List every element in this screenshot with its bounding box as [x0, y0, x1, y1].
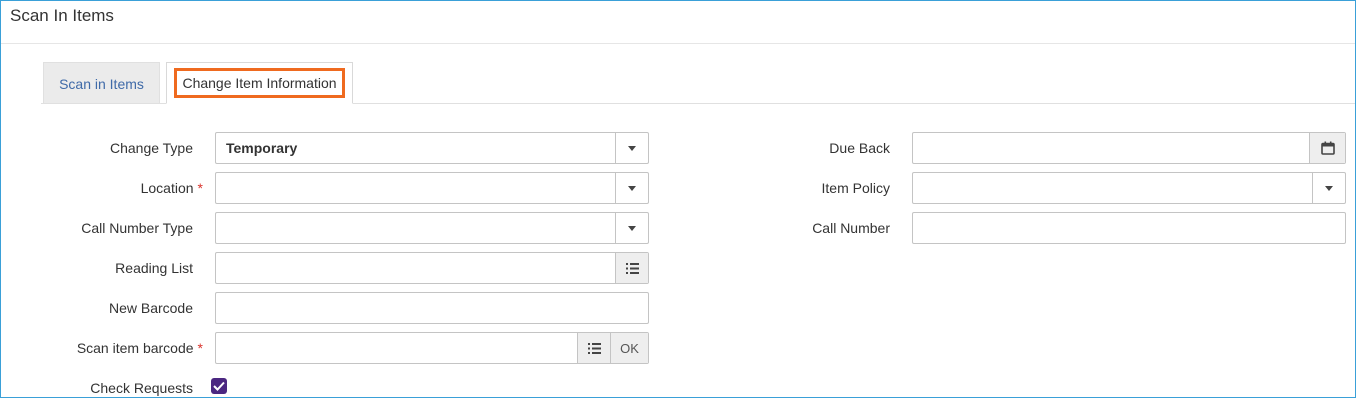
list-icon	[587, 342, 601, 354]
ok-button[interactable]: OK	[610, 333, 648, 363]
chevron-down-icon	[1325, 185, 1333, 191]
change-type-value: Temporary	[226, 140, 298, 156]
new-barcode-label: New Barcode	[108, 300, 193, 316]
tab-highlight-box: Change Item Information	[174, 68, 345, 98]
call-number-type-dropdown-button[interactable]	[615, 213, 648, 243]
item-policy-select[interactable]	[912, 172, 1346, 204]
scan-item-barcode-input[interactable]: OK	[215, 332, 649, 364]
due-back-label: Due Back	[829, 140, 890, 156]
item-policy-label: Item Policy	[821, 180, 890, 196]
location-value	[216, 173, 615, 203]
call-number-type-label: Call Number Type	[81, 220, 193, 236]
tab-change-item-information[interactable]: Change Item Information	[166, 62, 353, 104]
call-number-input[interactable]	[912, 212, 1346, 244]
change-type-label: Change Type	[109, 140, 193, 156]
required-marker: *	[197, 340, 203, 356]
chevron-down-icon	[628, 225, 636, 231]
page-title: Scan In Items	[10, 6, 114, 25]
reading-list-picker-button[interactable]	[615, 253, 648, 283]
required-marker: *	[197, 180, 203, 196]
reading-list-input[interactable]	[215, 252, 649, 284]
tab-scan-in-items[interactable]: Scan in Items	[43, 62, 160, 104]
list-icon	[625, 262, 639, 274]
scan-item-barcode-list-button[interactable]	[577, 333, 610, 363]
due-back-value	[913, 133, 1309, 163]
checkmark-icon	[213, 381, 225, 391]
location-select[interactable]	[215, 172, 649, 204]
location-dropdown-button[interactable]	[615, 173, 648, 203]
due-back-calendar-button[interactable]	[1309, 133, 1345, 163]
location-label: Location *	[140, 180, 203, 196]
chevron-down-icon	[628, 185, 636, 191]
check-requests-label: Check Requests	[90, 380, 193, 396]
calendar-icon	[1320, 141, 1335, 155]
call-number-type-value	[216, 213, 615, 243]
new-barcode-value	[216, 293, 648, 323]
scan-item-barcode-label: Scan item barcode *	[76, 340, 203, 356]
reading-list-label: Reading List	[115, 260, 193, 276]
chevron-down-icon	[628, 145, 636, 151]
call-number-label: Call Number	[812, 220, 890, 236]
change-type-select[interactable]: Temporary	[215, 132, 649, 164]
reading-list-value	[216, 253, 615, 283]
tab-scan-in-items-label: Scan in Items	[59, 75, 144, 92]
scan-in-items-panel: Scan In Items Scan in Items Change Item …	[0, 0, 1356, 398]
item-policy-value	[913, 173, 1312, 203]
check-requests-checkbox[interactable]	[211, 378, 227, 394]
tab-change-item-information-label: Change Item Information	[182, 75, 337, 91]
new-barcode-input[interactable]	[215, 292, 649, 324]
title-divider	[1, 43, 1355, 44]
scan-item-barcode-value	[216, 333, 577, 363]
call-number-value	[913, 213, 1345, 243]
call-number-type-select[interactable]	[215, 212, 649, 244]
item-policy-dropdown-button[interactable]	[1312, 173, 1345, 203]
change-type-dropdown-button[interactable]	[615, 133, 648, 163]
due-back-input[interactable]	[912, 132, 1346, 164]
